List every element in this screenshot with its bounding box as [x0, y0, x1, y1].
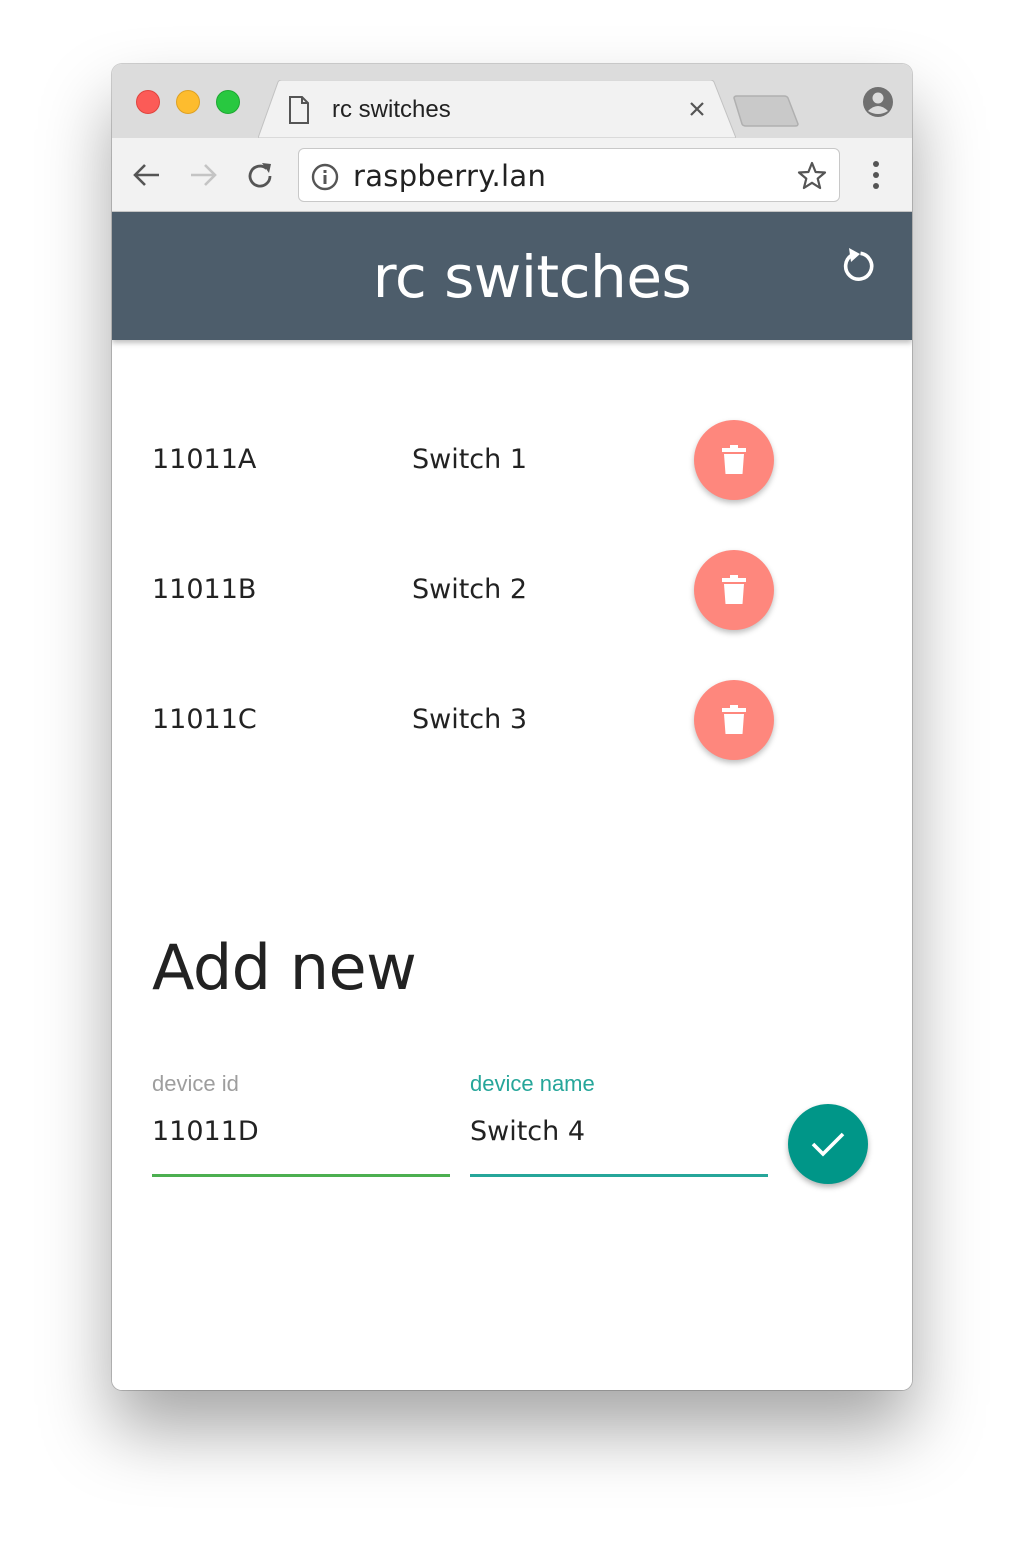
- delete-button[interactable]: [694, 420, 774, 500]
- new-tab-button[interactable]: [732, 94, 802, 135]
- browser-toolbar: raspberry.lan: [112, 138, 912, 212]
- page-title: rc switches: [372, 243, 692, 311]
- address-bar[interactable]: raspberry.lan: [298, 148, 840, 202]
- bookmark-star-icon[interactable]: [797, 161, 827, 196]
- switch-row: 11011C Switch 3: [112, 680, 912, 760]
- device-id: 11011A: [152, 444, 257, 475]
- maximize-window-button[interactable]: [216, 90, 240, 114]
- forward-arrow-icon[interactable]: [188, 160, 218, 195]
- tab-strip: rc switches: [112, 64, 912, 138]
- device-id: 11011B: [152, 574, 257, 605]
- delete-button[interactable]: [694, 680, 774, 760]
- device-name-input[interactable]: [470, 1114, 768, 1150]
- trash-icon: [722, 445, 746, 474]
- minimize-window-button[interactable]: [176, 90, 200, 114]
- device-id: 11011C: [152, 704, 257, 735]
- url-text[interactable]: raspberry.lan: [353, 159, 546, 193]
- more-vert-icon[interactable]: [864, 158, 888, 197]
- document-icon: [288, 96, 310, 129]
- device-name-field: device name: [470, 1070, 768, 1177]
- profile-icon[interactable]: [862, 86, 894, 123]
- switch-row: 11011A Switch 1: [112, 420, 912, 500]
- device-id-field: device id: [152, 1070, 450, 1177]
- device-name-underline: [470, 1174, 768, 1177]
- tab-close-icon[interactable]: [688, 100, 706, 123]
- submit-button[interactable]: [788, 1104, 868, 1184]
- device-name: Switch 1: [412, 444, 528, 475]
- device-name-label: device name: [470, 1071, 595, 1096]
- switch-row: 11011B Switch 2: [112, 550, 912, 630]
- tab-title: rc switches: [332, 96, 451, 123]
- add-new-heading: Add new: [152, 931, 417, 1004]
- reload-icon[interactable]: [244, 160, 276, 197]
- browser-tab[interactable]: rc switches: [258, 80, 736, 138]
- back-arrow-icon[interactable]: [132, 160, 162, 195]
- device-id-label: device id: [152, 1071, 239, 1096]
- check-icon: [811, 1132, 845, 1157]
- trash-icon: [722, 705, 746, 734]
- device-id-input[interactable]: [152, 1114, 450, 1150]
- main-content: 11011A Switch 1 11011B Switch 2 11011C S…: [112, 340, 912, 1390]
- refresh-icon[interactable]: [838, 246, 878, 291]
- info-icon[interactable]: [311, 163, 339, 196]
- app-header: rc switches: [112, 212, 912, 340]
- close-window-button[interactable]: [136, 90, 160, 114]
- delete-button[interactable]: [694, 550, 774, 630]
- trash-icon: [722, 575, 746, 604]
- device-name: Switch 3: [412, 704, 528, 735]
- browser-window: rc switches raspberry.lan rc switches 11…: [112, 64, 912, 1390]
- device-id-underline: [152, 1174, 450, 1177]
- device-name: Switch 2: [412, 574, 528, 605]
